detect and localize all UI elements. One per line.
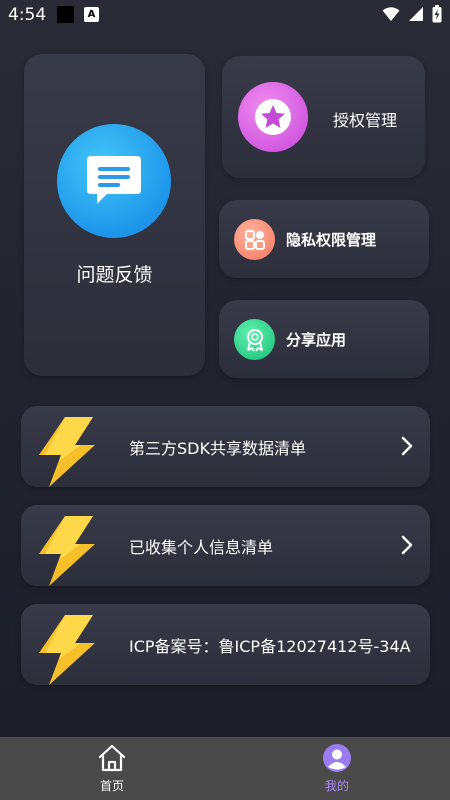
nav-label-home: 首页 <box>99 779 124 793</box>
lightning-bolt-icon <box>39 417 95 487</box>
home-icon <box>98 744 126 772</box>
privacy-permissions-card[interactable]: 隐私权限管理 <box>219 200 429 278</box>
star-badge-icon <box>238 82 308 152</box>
apps-grid-icon <box>234 219 275 260</box>
collected-personal-info-list-row[interactable]: 已收集个人信息清单 <box>21 505 430 586</box>
status-time: 4:54 <box>8 5 47 25</box>
authorization-label: 授权管理 <box>333 111 398 130</box>
authorization-card[interactable]: 授权管理 <box>222 56 425 178</box>
wifi-icon <box>382 7 400 21</box>
row-label: 已收集个人信息清单 <box>129 538 274 557</box>
award-ribbon-icon <box>234 319 275 360</box>
feedback-card[interactable]: 问题反馈 <box>24 54 205 376</box>
status-bar: 4:54 A <box>0 0 450 30</box>
privacy-permissions-label: 隐私权限管理 <box>286 231 377 249</box>
icp-record-label: ICP备案号：鲁ICP备12027412号-34A <box>129 637 411 656</box>
status-indicators <box>382 5 442 23</box>
lightning-bolt-icon <box>39 516 95 586</box>
notification-square-icon <box>57 6 74 23</box>
chevron-right-icon <box>401 436 413 456</box>
user-avatar-icon <box>323 744 351 772</box>
row-label: 第三方SDK共享数据清单 <box>129 439 306 458</box>
icp-record-row[interactable]: ICP备案号：鲁ICP备12027412号-34A <box>21 604 430 685</box>
share-app-card[interactable]: 分享应用 <box>219 300 429 378</box>
signal-icon <box>409 7 423 21</box>
lightning-bolt-icon <box>39 615 95 685</box>
nav-label-mine: 我的 <box>324 779 349 793</box>
sdk-shared-data-list-row[interactable]: 第三方SDK共享数据清单 <box>21 406 430 487</box>
nav-item-mine[interactable]: 我的 <box>282 737 392 800</box>
nav-item-home[interactable]: 首页 <box>57 737 167 800</box>
feedback-label: 问题反馈 <box>76 264 153 286</box>
bottom-nav: 首页 我的 <box>0 737 450 800</box>
chat-bubble-icon <box>57 124 171 238</box>
notification-a-icon: A <box>84 7 99 22</box>
chevron-right-icon <box>401 535 413 555</box>
battery-charging-icon <box>432 5 442 23</box>
share-app-label: 分享应用 <box>286 331 347 349</box>
